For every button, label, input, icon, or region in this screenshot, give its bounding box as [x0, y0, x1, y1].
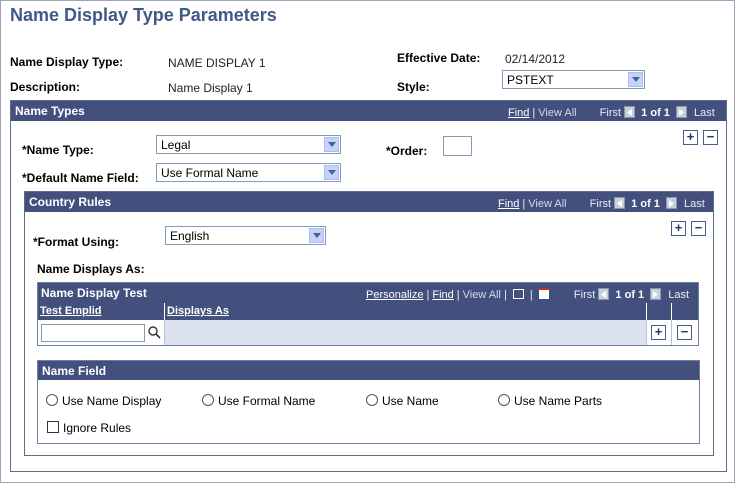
chevron-down-icon[interactable] — [309, 228, 324, 243]
description-value: Name Display 1 — [168, 81, 253, 95]
country-rules-header: Country Rules Find | View All First 1 of 1… — [25, 192, 713, 212]
find-link[interactable]: Find — [432, 289, 453, 301]
next-arrow-icon[interactable] — [675, 106, 687, 118]
name-types-title: Name Types — [15, 104, 85, 118]
find-link[interactable]: Find — [498, 198, 519, 210]
format-using-label: *Format Using: — [33, 235, 120, 249]
chevron-down-icon[interactable] — [628, 72, 643, 87]
previous-arrow-icon[interactable] — [614, 197, 626, 209]
name-type-select[interactable]: Legal — [156, 135, 341, 154]
delete-row-button[interactable]: − — [703, 130, 718, 145]
last-label: Last — [668, 289, 690, 301]
format-using-value: English — [170, 229, 210, 243]
column-header-add — [647, 303, 672, 320]
row-count: 1 of 1 — [641, 107, 670, 119]
name-type-label: *Name Type: — [22, 143, 94, 157]
row-count: 1 of 1 — [631, 198, 660, 210]
name-displays-as-label: Name Displays As: — [37, 262, 145, 276]
country-rules-title: Country Rules — [29, 195, 112, 209]
style-select[interactable]: PSTEXT — [502, 70, 645, 89]
name-type-value: Legal — [161, 138, 191, 152]
name-field-title: Name Field — [42, 364, 107, 378]
test-emplid-input[interactable] — [41, 324, 145, 342]
new-window-icon[interactable] — [512, 289, 524, 299]
format-using-select[interactable]: English — [165, 226, 326, 245]
displays-as-cell — [165, 320, 647, 345]
grid-header: Name Display Test Personalize | Find | View … — [38, 283, 698, 303]
style-label: Style: — [397, 80, 430, 94]
add-row-button[interactable]: + — [683, 130, 698, 145]
column-header-test-emplid[interactable]: Test Emplid — [38, 303, 165, 320]
name-types-nav: Find | View All First 1 of 1 Last — [508, 106, 715, 119]
name-display-type-value: NAME DISPLAY 1 — [168, 56, 266, 70]
add-cell: + — [647, 320, 672, 345]
search-icon[interactable] — [148, 326, 161, 339]
next-arrow-icon[interactable] — [665, 197, 677, 209]
effective-date-value: 02/14/2012 — [505, 52, 566, 66]
ignore-rules-checkbox[interactable] — [47, 421, 59, 433]
grid-title: Name Display Test — [41, 286, 147, 300]
grid-nav: Personalize | Find | View All | | First 1 of … — [366, 288, 690, 301]
first-label: First — [599, 107, 622, 119]
default-name-field-select[interactable]: Use Formal Name — [156, 163, 341, 182]
view-all-link[interactable]: View All — [528, 198, 566, 210]
delete-cell: − — [672, 320, 698, 345]
chevron-down-icon[interactable] — [324, 137, 339, 152]
default-name-field-value: Use Formal Name — [161, 166, 259, 180]
name-display-test-grid: Name Display Test Personalize | Find | View … — [37, 282, 699, 346]
name-field-header: Name Field — [38, 361, 699, 380]
column-header-displays-as[interactable]: Displays As — [165, 303, 647, 320]
delete-row-button[interactable]: − — [677, 325, 692, 340]
chevron-down-icon[interactable] — [324, 165, 339, 180]
last-label: Last — [684, 198, 705, 210]
radio-use-formal-name[interactable] — [202, 394, 214, 406]
radio-use-name-parts[interactable] — [498, 394, 510, 406]
row-count: 1 of 1 — [615, 289, 645, 301]
first-label: First — [589, 198, 612, 210]
name-display-type-label: Name Display Type: — [10, 55, 124, 69]
order-label: *Order: — [386, 144, 428, 158]
order-input[interactable] — [443, 136, 472, 156]
view-all-link[interactable]: View All — [463, 289, 501, 301]
delete-row-button[interactable]: − — [691, 221, 706, 236]
country-rules-nav: Find | View All First 1 of 1 Last — [498, 197, 705, 210]
find-link[interactable]: Find — [508, 107, 529, 119]
name-types-header: Name Types Find | View All First 1 of 1 La… — [11, 101, 726, 121]
description-label: Description: — [10, 80, 81, 94]
page-title: Name Display Type Parameters — [10, 5, 277, 25]
table-row — [38, 320, 165, 345]
previous-arrow-icon[interactable] — [598, 288, 610, 300]
add-row-button[interactable]: + — [651, 325, 666, 340]
column-header-delete — [672, 303, 698, 320]
default-name-field-label: *Default Name Field: — [22, 171, 139, 185]
first-label: First — [573, 289, 596, 301]
radio-label-use-name-display: Use Name Display — [62, 394, 162, 408]
radio-label-use-formal-name: Use Formal Name — [218, 394, 316, 408]
view-all-link[interactable]: View All — [538, 107, 576, 119]
style-select-value: PSTEXT — [507, 73, 554, 87]
next-arrow-icon[interactable] — [650, 288, 662, 300]
add-row-button[interactable]: + — [671, 221, 686, 236]
radio-label-use-name-parts: Use Name Parts — [514, 394, 603, 408]
download-grid-icon[interactable] — [538, 288, 549, 299]
effective-date-label: Effective Date: — [397, 51, 481, 65]
personalize-link[interactable]: Personalize — [366, 289, 423, 301]
last-label: Last — [694, 107, 715, 119]
radio-use-name[interactable] — [366, 394, 378, 406]
ignore-rules-label: Ignore Rules — [63, 421, 132, 435]
previous-arrow-icon[interactable] — [624, 106, 636, 118]
radio-label-use-name: Use Name — [382, 394, 439, 408]
radio-use-name-display[interactable] — [46, 394, 58, 406]
